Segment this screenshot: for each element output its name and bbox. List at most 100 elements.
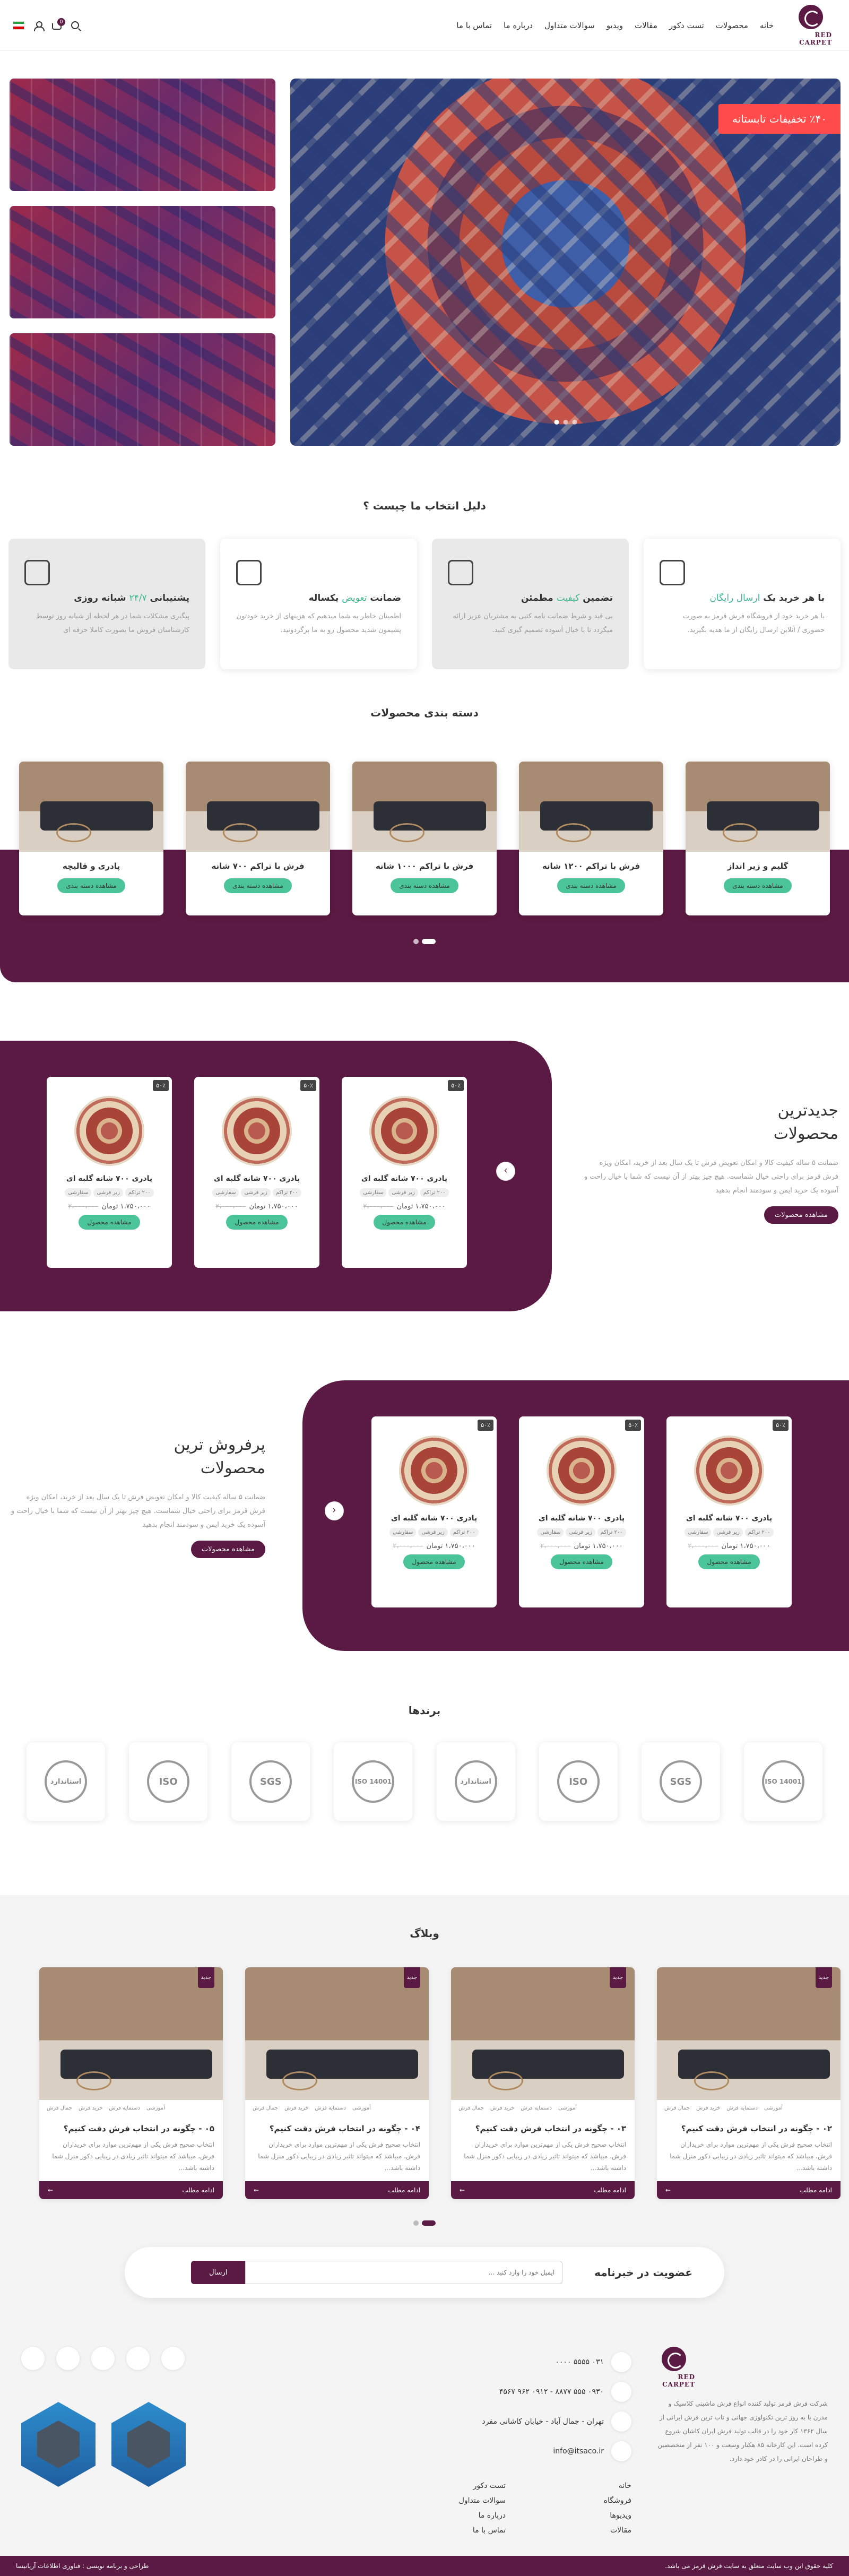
brand-logo[interactable]: استاندارد	[437, 1742, 515, 1821]
footer-mobile[interactable]: ۰۹۳۰ ۵۵۵ ۸۸۷۷ - ۰۹۱۲ ۹۶۲ ۴۵۶۷	[409, 2382, 631, 2402]
search-icon[interactable]	[71, 21, 79, 29]
view-products-button[interactable]: مشاهده محصولات	[764, 1206, 838, 1224]
product-card[interactable]: ۵۰٪ پادری ۷۰۰ شانه گلبه ای ۲۰۰ تراکم زیر فر…	[666, 1416, 792, 1607]
slider-dot-active[interactable]	[422, 939, 436, 944]
slider-dot-active[interactable]	[422, 2220, 436, 2226]
footer-link[interactable]: فروشگاه	[553, 2496, 631, 2505]
category-card[interactable]: فرش با تراکم ۱۰۰۰ شانه مشاهده دسته بندی	[352, 762, 497, 915]
category-card[interactable]: فرش با تراکم ۱۲۰۰ شانه مشاهده دسته بندی	[519, 762, 663, 915]
blog-card[interactable]: جدید آموزشی دستمایه فرش خرید فرش جمال فرش ۰۴ …	[245, 1967, 429, 2199]
slider-dot[interactable]	[572, 420, 577, 425]
view-products-button[interactable]: مشاهده محصولات	[190, 1541, 265, 1558]
site-logo[interactable]: RED CARPET	[790, 4, 832, 46]
product-card[interactable]: ۵۰٪ پادری ۷۰۰ شانه گلبه ای ۲۰۰ تراکم زیر فر…	[519, 1416, 644, 1607]
carousel-prev-arrow-icon[interactable]: ‹	[325, 1501, 344, 1520]
blog-card[interactable]: جدید آموزشی دستمایه فرش خرید فرش جمال فرش ۰۵ …	[39, 1967, 223, 2199]
newsletter-email-input[interactable]	[245, 2261, 563, 2284]
view-category-button[interactable]: مشاهده دسته بندی	[557, 878, 625, 893]
brand-logo[interactable]: SGS	[231, 1742, 310, 1821]
nav-products[interactable]: محصولات	[716, 21, 748, 30]
brand-logo[interactable]: استاندارد	[27, 1742, 105, 1821]
view-product-button[interactable]: مشاهده محصول	[698, 1554, 760, 1569]
view-product-button[interactable]: مشاهده محصول	[551, 1554, 612, 1569]
blog-post-title[interactable]: ۰۲ - چگونه در انتخاب فرش دقت کنیم؟	[657, 2116, 841, 2139]
read-more-bar[interactable]: ادامه مطلب ←	[39, 2181, 223, 2199]
footer-phone[interactable]: ۰۳۱ ۵۵۵۵ ۰۰۰۰	[409, 2352, 631, 2372]
view-product-button[interactable]: مشاهده محصول	[374, 1215, 435, 1230]
view-product-button[interactable]: مشاهده محصول	[403, 1554, 465, 1569]
brand-logo[interactable]: ISO	[129, 1742, 207, 1821]
read-more-bar[interactable]: ادامه مطلب ←	[451, 2181, 635, 2199]
iran-flag-icon[interactable]	[13, 21, 24, 30]
slider-dot-active[interactable]	[554, 420, 559, 425]
enamad-badge-icon[interactable]	[21, 2402, 96, 2487]
user-icon[interactable]	[34, 21, 45, 31]
hero-slider[interactable]: ٪۴۰ تخفیفات تابستانه	[290, 79, 841, 446]
brand-logo[interactable]: SGS	[642, 1742, 720, 1821]
brand-logo[interactable]: ISO	[539, 1742, 618, 1821]
category-name: گلیم و زیر انداز	[727, 861, 789, 871]
view-category-button[interactable]: مشاهده دسته بندی	[224, 878, 292, 893]
footer-link[interactable]: سوالات متداول	[409, 2496, 506, 2505]
header-tools: 0	[13, 18, 79, 31]
product-card[interactable]: ۵۰٪ پادری ۷۰۰ شانه گلبه ای ۲۰۰ تراکم زیر فر…	[342, 1077, 467, 1268]
cart-icon[interactable]: 0	[52, 18, 65, 30]
brand-logo[interactable]: ISO 14001	[334, 1742, 412, 1821]
footer-logo[interactable]: RED CARPET	[653, 2347, 695, 2388]
hero-banner-3[interactable]	[10, 333, 276, 446]
main-nav: خانه محصولات تست دکور مقالات ویدیو سوالا…	[79, 21, 774, 30]
nav-contact[interactable]: تماس با ما	[456, 21, 492, 30]
logo-text: RED CARPET	[662, 2373, 695, 2388]
product-card[interactable]: ۵۰٪ پادری ۷۰۰ شانه گلبه ای ۲۰۰ تراکم زیر فر…	[194, 1077, 319, 1268]
view-product-button[interactable]: مشاهده محصول	[226, 1215, 288, 1230]
category-card[interactable]: فرش با تراکم ۷۰۰ شانه مشاهده دسته بندی	[186, 762, 330, 915]
nav-decor-test[interactable]: تست دکور	[669, 21, 704, 30]
view-product-button[interactable]: مشاهده محصول	[79, 1215, 140, 1230]
telegram-icon[interactable]	[126, 2347, 150, 2370]
why-card-title: تضمین کیفیت مطمئن	[521, 593, 613, 603]
brand-logo[interactable]: ISO 14001	[744, 1742, 822, 1821]
telegram-icon[interactable]	[21, 2347, 45, 2370]
telegram-icon[interactable]	[56, 2347, 80, 2370]
hero-banner-2[interactable]	[10, 206, 276, 318]
hero-banner-1[interactable]	[10, 79, 276, 191]
category-card[interactable]: گلیم و زیر انداز مشاهده دسته بندی	[686, 762, 830, 915]
category-card[interactable]: پادری و قالیچه مشاهده دسته بندی	[19, 762, 163, 915]
slider-dot[interactable]	[413, 939, 419, 944]
product-card[interactable]: ۵۰٪ پادری ۷۰۰ شانه گلبه ای ۲۰۰ تراکم زیر فر…	[47, 1077, 172, 1268]
product-card[interactable]: ۵۰٪ پادری ۷۰۰ شانه گلبه ای ۲۰۰ تراکم زیر فر…	[371, 1416, 497, 1607]
blog-post-title[interactable]: ۰۵ - چگونه در انتخاب فرش دقت کنیم؟	[39, 2116, 223, 2139]
product-tags: ۲۰۰ تراکم زیر فرشی سفارشی	[371, 1528, 497, 1537]
blog-post-title[interactable]: ۰۳ - چگونه در انتخاب فرش دقت کنیم؟	[451, 2116, 635, 2139]
carousel-next-arrow-icon[interactable]: ›	[496, 1162, 515, 1181]
read-more-bar[interactable]: ادامه مطلب ←	[245, 2181, 429, 2199]
enamad-badge-icon[interactable]	[111, 2402, 186, 2487]
discount-badge[interactable]: ٪۴۰ تخفیفات تابستانه	[718, 104, 841, 134]
telegram-icon[interactable]	[91, 2347, 115, 2370]
footer-email[interactable]: info@itsaco.ir	[409, 2441, 631, 2461]
view-category-button[interactable]: مشاهده دسته بندی	[57, 878, 125, 893]
footer-link[interactable]: ویدیوها	[553, 2511, 631, 2520]
designer-credit[interactable]: طراحی و برنامه نویسی : فناوری اطلاعات آر…	[16, 2562, 149, 2570]
footer-link[interactable]: خانه	[553, 2482, 631, 2490]
nav-video[interactable]: ویدیو	[607, 21, 623, 30]
blog-card[interactable]: جدید آموزشی دستمایه فرش خرید فرش جمال فرش ۰۳ …	[451, 1967, 635, 2199]
footer-link[interactable]: درباره ما	[409, 2511, 506, 2520]
blog-card[interactable]: جدید آموزشی دستمایه فرش خرید فرش جمال فرش ۰۲ …	[657, 1967, 841, 2199]
slider-dot[interactable]	[563, 420, 568, 425]
newsletter-submit-button[interactable]: ارسال	[191, 2261, 246, 2284]
telegram-icon[interactable]	[161, 2347, 185, 2370]
blog-post-title[interactable]: ۰۴ - چگونه در انتخاب فرش دقت کنیم؟	[245, 2116, 429, 2139]
read-more-bar[interactable]: ادامه مطلب ←	[657, 2181, 841, 2199]
footer-link[interactable]: تست دکور	[409, 2482, 506, 2490]
nav-articles[interactable]: مقالات	[635, 21, 657, 30]
slider-dot[interactable]	[413, 2220, 419, 2226]
product-tags: ۲۰۰ تراکم زیر فرشی سفارشی	[47, 1188, 172, 1197]
footer-link[interactable]: تماس با ما	[409, 2526, 506, 2535]
view-category-button[interactable]: مشاهده دسته بندی	[724, 878, 792, 893]
nav-faq[interactable]: سوالات متداول	[544, 21, 595, 30]
view-category-button[interactable]: مشاهده دسته بندی	[391, 878, 458, 893]
nav-about[interactable]: درباره ما	[504, 21, 533, 30]
nav-home[interactable]: خانه	[760, 21, 774, 30]
footer-link[interactable]: مقالات	[553, 2526, 631, 2535]
